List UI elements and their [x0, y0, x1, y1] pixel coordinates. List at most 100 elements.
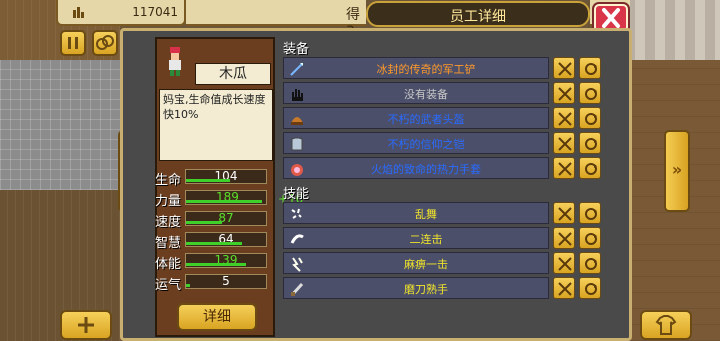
- money-value: 117041: [132, 5, 178, 19]
- swords-icon: [558, 162, 572, 176]
- equipment-name: 火焰的致命的热力手套: [371, 163, 481, 176]
- stat-bar: [186, 221, 222, 224]
- character-description: 妈宝,生命值成长速度快10%: [159, 89, 273, 161]
- swap-icon: [585, 63, 597, 75]
- move-button[interactable]: [60, 310, 112, 340]
- stat-bar: [186, 284, 190, 287]
- swords-icon: [558, 62, 572, 76]
- equipment-heading: 装备: [283, 42, 310, 57]
- top-strip: 得3: [186, 0, 366, 40]
- swap-icon: [585, 258, 597, 270]
- shop-button[interactable]: [640, 310, 692, 340]
- building-icon: [73, 7, 84, 18]
- armor-icon: [289, 136, 305, 152]
- skill-name: 麻痹一击: [404, 258, 448, 271]
- double-strike-icon: [289, 231, 305, 247]
- stat-track: 87: [185, 211, 267, 226]
- swap-button[interactable]: [579, 157, 601, 179]
- stat-row: 智慧 64: [155, 230, 277, 251]
- skill-row[interactable]: 磨刀熟手: [283, 277, 549, 299]
- game-screen: 117041 得3 员工详细 « » »: [0, 0, 720, 341]
- equipment-row[interactable]: 没有装备: [283, 82, 549, 104]
- character-name-box: 木瓜: [195, 63, 271, 85]
- unequip-button[interactable]: [553, 157, 575, 179]
- skill-row[interactable]: 二连击: [283, 227, 549, 249]
- unequip-button[interactable]: [553, 107, 575, 129]
- equipment-row[interactable]: 冰封的传奇的军工铲: [283, 57, 549, 79]
- swap-button[interactable]: [579, 277, 601, 299]
- skills-heading: 技能: [283, 187, 310, 202]
- skill-name: 磨刀熟手: [404, 283, 448, 296]
- stat-track: 189 +10: [185, 190, 303, 206]
- detail-button-label: 详细: [203, 309, 231, 325]
- unequip-button[interactable]: [553, 277, 575, 299]
- swap-button[interactable]: [579, 107, 601, 129]
- stat-row: 运气 5: [155, 272, 277, 293]
- page-title: 员工详细: [450, 9, 506, 25]
- equipment-row[interactable]: 不朽的信仰之铠: [283, 132, 549, 154]
- stat-label: 体能: [155, 257, 182, 272]
- speed-button[interactable]: [92, 30, 118, 56]
- employee-panel: 木瓜 妈宝,生命值成长速度快10% 生命 104 力量 189 +10 速度 87 智慧 64 体…: [120, 28, 632, 341]
- character-name: 木瓜: [219, 66, 247, 82]
- skill-row[interactable]: 乱舞: [283, 202, 549, 224]
- unequip-button[interactable]: [553, 57, 575, 79]
- stat-row: 速度 87: [155, 209, 277, 230]
- pause-button[interactable]: [60, 30, 86, 56]
- swords-icon: [558, 282, 572, 296]
- swap-icon: [585, 138, 597, 150]
- equipment-name: 不朽的武者头盔: [387, 113, 465, 126]
- swap-button[interactable]: [579, 82, 601, 104]
- title-banner: 员工详细: [366, 1, 590, 27]
- stat-bar: [186, 242, 242, 245]
- stat-label: 速度: [155, 215, 182, 230]
- detail-button[interactable]: 详细: [177, 303, 257, 331]
- swap-button[interactable]: [579, 132, 601, 154]
- equipment-row[interactable]: 不朽的武者头盔: [283, 107, 549, 129]
- equipment-row[interactable]: 火焰的致命的热力手套: [283, 157, 549, 179]
- shirt-icon: [655, 315, 677, 335]
- stat-bar: [186, 179, 230, 182]
- character-portrait: [169, 47, 181, 76]
- unequip-button[interactable]: [553, 132, 575, 154]
- swap-icon: [585, 88, 597, 100]
- stat-track: 64: [185, 232, 267, 247]
- character-card: 木瓜 妈宝,生命值成长速度快10% 生命 104 力量 189 +10 速度 87 智慧 64 体…: [155, 37, 303, 337]
- money-bar: 117041: [56, 0, 186, 26]
- skill-row[interactable]: 麻痹一击: [283, 252, 549, 274]
- stat-track: 5: [185, 274, 267, 289]
- stat-label: 运气: [155, 278, 182, 293]
- swap-icon: [585, 283, 597, 295]
- unequip-button[interactable]: [553, 82, 575, 104]
- swap-icon: [585, 233, 597, 245]
- stat-track: 139: [185, 253, 267, 268]
- paralyze-icon: [289, 256, 305, 272]
- double-right-icon: »: [671, 160, 683, 179]
- unequip-button[interactable]: [553, 202, 575, 224]
- unequip-button[interactable]: [553, 252, 575, 274]
- swap-button[interactable]: [579, 252, 601, 274]
- spear-icon: [289, 61, 305, 77]
- swap-button[interactable]: [579, 202, 601, 224]
- swap-button[interactable]: [579, 57, 601, 79]
- swap-icon: [585, 163, 597, 175]
- stat-row: 生命 104: [155, 167, 277, 188]
- swap-button[interactable]: [579, 227, 601, 249]
- swords-icon: [558, 112, 572, 126]
- close-icon: [602, 8, 620, 28]
- unequip-button[interactable]: [553, 227, 575, 249]
- stat-label: 生命: [155, 173, 182, 188]
- stat-track: 104: [185, 169, 267, 184]
- sharpen-icon: [289, 281, 305, 297]
- stat-label: 智慧: [155, 236, 182, 251]
- stat-bar: [186, 263, 246, 266]
- equipment-name: 冰封的传奇的军工铲: [376, 63, 476, 76]
- stat-label: 力量: [155, 194, 182, 209]
- page-forward-button[interactable]: »: [664, 130, 690, 212]
- move-icon: [78, 317, 94, 333]
- stat-value: 5: [222, 274, 230, 288]
- swords-icon: [558, 87, 572, 101]
- gauntlet-icon: [289, 161, 305, 177]
- stat-bar: [186, 200, 262, 203]
- swords-icon: [558, 207, 572, 221]
